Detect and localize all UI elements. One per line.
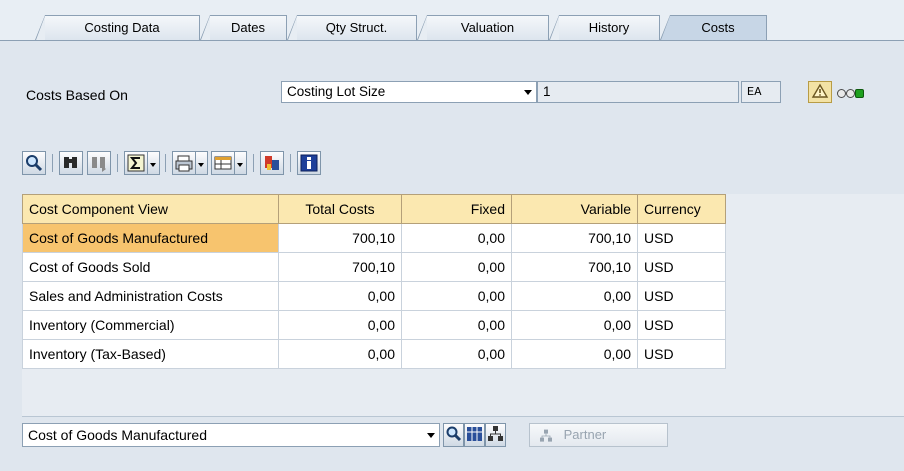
cell-variable[interactable]: 0,00 <box>511 339 638 369</box>
find-icon[interactable] <box>59 151 83 175</box>
col-cost-component-view[interactable]: Cost Component View <box>22 194 279 224</box>
table-row[interactable]: Cost of Goods Sold 700,10 0,00 700,10 US… <box>22 252 726 282</box>
partner-button[interactable]: Partner <box>529 423 668 447</box>
toolbar-separator <box>165 154 166 172</box>
cell-total[interactable]: 0,00 <box>278 339 402 369</box>
cell-currency[interactable]: USD <box>637 223 726 253</box>
cell-view[interactable]: Sales and Administration Costs <box>22 281 279 311</box>
cell-fixed[interactable]: 0,00 <box>401 252 512 282</box>
costs-based-on-select[interactable]: Costing Lot Size <box>281 81 537 103</box>
tab-costing-data[interactable]: Costing Data <box>35 15 200 40</box>
tab-qty-struct[interactable]: Qty Struct. <box>287 15 417 40</box>
print-dropdown-icon[interactable] <box>196 151 208 175</box>
lot-size-field[interactable]: 1 <box>537 81 739 103</box>
layout-dropdown-icon[interactable] <box>235 151 247 175</box>
tab-valuation[interactable]: Valuation <box>417 15 549 40</box>
cell-variable[interactable]: 700,10 <box>511 223 638 253</box>
table-row[interactable]: Sales and Administration Costs 0,00 0,00… <box>22 281 726 311</box>
table-header-row: Cost Component View Total Costs Fixed Va… <box>22 194 726 224</box>
toolbar-separator <box>253 154 254 172</box>
hierarchy-icon[interactable] <box>485 423 506 447</box>
unit-field[interactable]: EA <box>741 81 781 103</box>
cost-view-select[interactable]: Cost of Goods Manufactured <box>22 423 440 447</box>
export-icon[interactable] <box>260 151 284 175</box>
costs-based-on-label: Costs Based On <box>26 87 128 103</box>
cell-currency[interactable]: USD <box>637 339 726 369</box>
col-currency[interactable]: Currency <box>637 194 726 224</box>
hierarchy-icon <box>540 429 552 442</box>
table-row[interactable]: Inventory (Commercial) 0,00 0,00 0,00 US… <box>22 310 726 340</box>
traffic-light-green-icon <box>855 89 864 98</box>
cost-component-table: Cost Component View Total Costs Fixed Va… <box>22 194 726 369</box>
details-icon[interactable] <box>22 151 46 175</box>
grid-divider <box>22 416 904 417</box>
cell-view[interactable]: Inventory (Commercial) <box>22 310 279 340</box>
table-view-icon[interactable] <box>464 423 485 447</box>
traffic-light-red-icon <box>837 89 846 98</box>
layout-icon[interactable] <box>211 151 235 175</box>
col-fixed[interactable]: Fixed <box>401 194 512 224</box>
cell-variable[interactable]: 700,10 <box>511 252 638 282</box>
table-row[interactable]: Cost of Goods Manufactured 700,10 0,00 7… <box>22 223 726 253</box>
cell-total[interactable]: 0,00 <box>278 281 402 311</box>
toolbar-separator <box>117 154 118 172</box>
cell-view[interactable]: Cost of Goods Sold <box>22 252 279 282</box>
tab-history[interactable]: History <box>549 15 660 40</box>
cell-total[interactable]: 700,10 <box>278 223 402 253</box>
cell-currency[interactable]: USD <box>637 281 726 311</box>
cell-fixed[interactable]: 0,00 <box>401 339 512 369</box>
cell-fixed[interactable]: 0,00 <box>401 281 512 311</box>
tab-divider <box>0 40 904 41</box>
sum-icon[interactable] <box>124 151 148 175</box>
toolbar-separator <box>52 154 53 172</box>
chevron-down-icon[interactable] <box>427 433 435 438</box>
traffic-light-yellow-icon <box>846 89 855 98</box>
cell-fixed[interactable]: 0,00 <box>401 310 512 340</box>
cell-view[interactable]: Inventory (Tax-Based) <box>22 339 279 369</box>
cell-fixed[interactable]: 0,00 <box>401 223 512 253</box>
cell-total[interactable]: 0,00 <box>278 310 402 340</box>
cell-variable[interactable]: 0,00 <box>511 310 638 340</box>
chevron-down-icon[interactable] <box>524 90 532 95</box>
status-info-icon[interactable] <box>808 81 832 103</box>
tab-costs[interactable]: Costs <box>660 15 767 40</box>
details-icon[interactable] <box>443 423 464 447</box>
toolbar-separator <box>290 154 291 172</box>
tab-dates[interactable]: Dates <box>200 15 287 40</box>
cell-total[interactable]: 700,10 <box>278 252 402 282</box>
find-next-icon[interactable] <box>87 151 111 175</box>
print-icon[interactable] <box>172 151 196 175</box>
col-total-costs[interactable]: Total Costs <box>278 194 402 224</box>
cell-currency[interactable]: USD <box>637 310 726 340</box>
table-row[interactable]: Inventory (Tax-Based) 0,00 0,00 0,00 USD <box>22 339 726 369</box>
cell-view[interactable]: Cost of Goods Manufactured <box>22 223 279 253</box>
col-variable[interactable]: Variable <box>511 194 638 224</box>
sum-dropdown-icon[interactable] <box>148 151 160 175</box>
info-icon[interactable] <box>297 151 321 175</box>
cell-variable[interactable]: 0,00 <box>511 281 638 311</box>
cell-currency[interactable]: USD <box>637 252 726 282</box>
